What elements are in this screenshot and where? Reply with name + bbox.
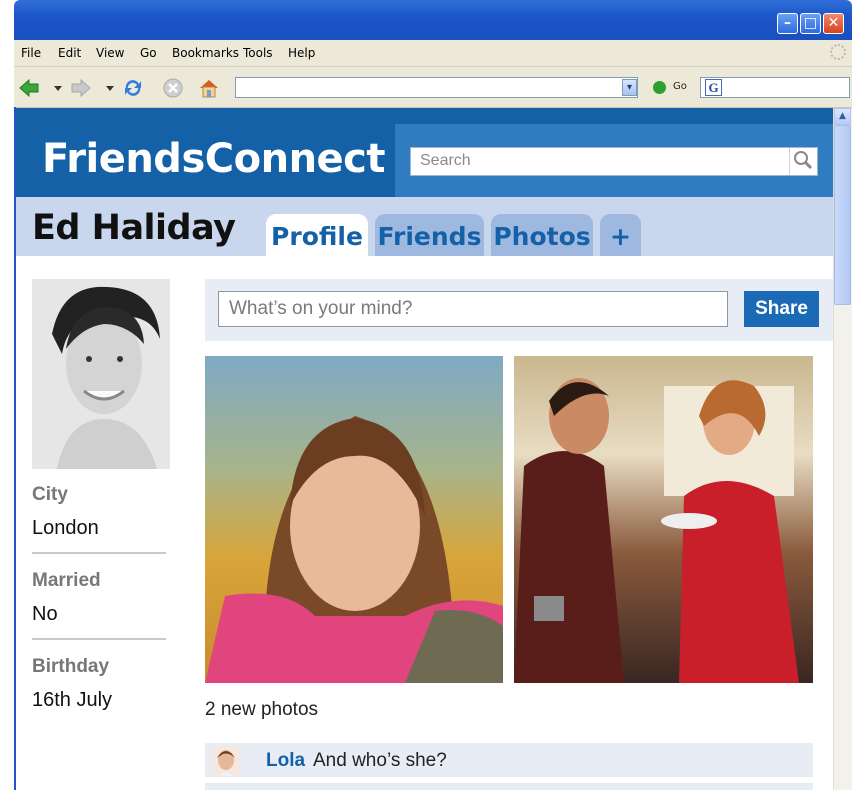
commenter-avatar[interactable] xyxy=(211,746,241,776)
stop-icon[interactable] xyxy=(162,77,184,99)
back-arrow-icon[interactable] xyxy=(18,77,40,99)
address-bar[interactable] xyxy=(235,77,638,98)
google-icon: G xyxy=(705,79,722,96)
loading-throbber-icon xyxy=(830,44,846,60)
profile-photo[interactable] xyxy=(32,279,170,469)
minimize-button[interactable]: – xyxy=(777,13,798,34)
forward-arrow-icon[interactable] xyxy=(70,77,92,99)
toolbar-search-field[interactable]: G xyxy=(700,77,850,98)
window-titlebar xyxy=(14,0,852,40)
info-label-city: City xyxy=(32,484,68,505)
tab-photos[interactable]: Photos xyxy=(491,214,593,256)
minimize-icon: – xyxy=(784,15,791,31)
forward-dropdown-icon[interactable] xyxy=(106,86,114,92)
info-value-city: London xyxy=(32,517,99,539)
menu-file[interactable]: File xyxy=(21,46,41,60)
go-button-label[interactable]: Go xyxy=(673,81,687,92)
info-label-married: Married xyxy=(32,570,101,591)
status-placeholder: What’s on your mind? xyxy=(229,298,413,319)
maximize-button[interactable]: □ xyxy=(800,13,821,34)
menu-help[interactable]: Help xyxy=(288,46,315,60)
feed-photo-woman-portrait[interactable] xyxy=(205,356,503,683)
share-button[interactable]: Share xyxy=(744,291,819,327)
tab-friends[interactable]: Friends xyxy=(375,214,484,256)
menu-go[interactable]: Go xyxy=(140,46,157,60)
site-logo[interactable]: FriendsConnect xyxy=(42,136,386,182)
comment-row xyxy=(205,783,813,790)
divider xyxy=(32,552,166,554)
search-placeholder: Search xyxy=(420,152,471,169)
menu-tools[interactable]: Tools xyxy=(243,46,273,60)
back-dropdown-icon[interactable] xyxy=(54,86,62,92)
search-icon xyxy=(794,151,813,170)
commenter-avatar-image xyxy=(211,746,241,776)
tab-profile[interactable]: Profile xyxy=(266,214,368,256)
scrollbar-thumb[interactable] xyxy=(834,125,851,305)
comment-text: And who’s she? xyxy=(313,750,447,771)
photos-caption: 2 new photos xyxy=(205,699,319,720)
comment-author-link[interactable]: Lola xyxy=(266,750,305,772)
couple-image xyxy=(514,378,799,683)
search-input[interactable] xyxy=(410,147,818,176)
info-value-birthday: 16th July xyxy=(32,689,113,711)
menu-bookmarks[interactable]: Bookmarks xyxy=(172,46,239,60)
tab-add[interactable]: + xyxy=(600,214,641,256)
info-value-married: No xyxy=(32,603,58,625)
divider xyxy=(32,638,166,640)
menu-edit[interactable]: Edit xyxy=(58,46,81,60)
search-button[interactable] xyxy=(789,148,817,175)
profile-portrait-image xyxy=(32,279,170,469)
address-dropdown-icon[interactable]: ▾ xyxy=(622,79,637,96)
info-label-birthday: Birthday xyxy=(32,656,110,677)
close-button[interactable]: ✕ xyxy=(823,13,844,34)
go-icon[interactable] xyxy=(653,81,666,94)
close-icon: ✕ xyxy=(827,15,840,31)
menu-view[interactable]: View xyxy=(96,46,124,60)
woman-portrait-image xyxy=(205,416,503,683)
refresh-icon[interactable] xyxy=(122,77,144,99)
home-icon[interactable] xyxy=(198,77,220,99)
feed-photo-couple[interactable] xyxy=(514,356,813,683)
profile-name: Ed Haliday xyxy=(32,208,236,248)
maximize-icon: □ xyxy=(803,15,818,31)
scroll-up-icon[interactable]: ▲ xyxy=(834,108,851,125)
